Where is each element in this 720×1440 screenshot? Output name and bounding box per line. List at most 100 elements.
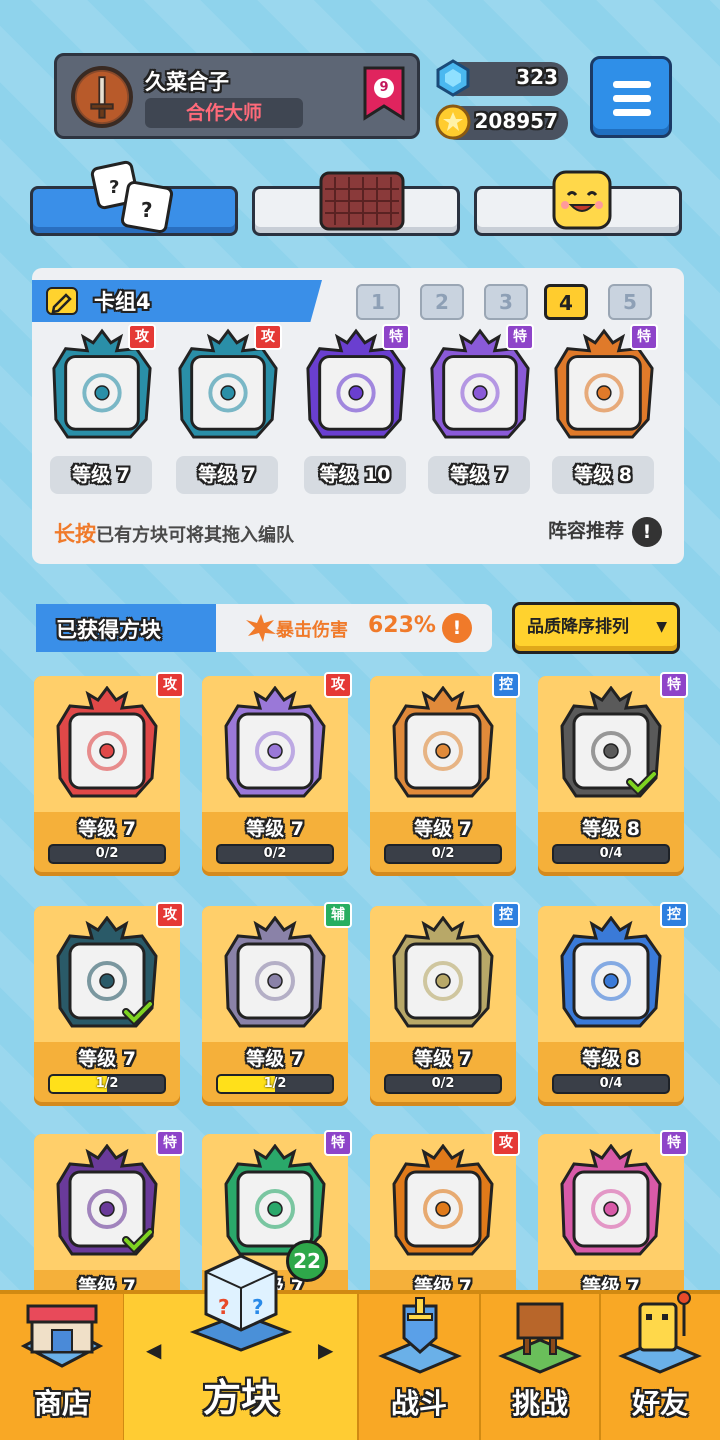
type-tag: 特 (324, 1130, 352, 1156)
chevron-right-icon[interactable]: ▶ (318, 1338, 333, 1362)
upgrade-progress-bar: 0/2 (384, 844, 502, 864)
upgrade-progress-bar: 1/2 (48, 1074, 166, 1094)
nav-battle[interactable]: 战斗 (358, 1294, 480, 1440)
deck-number-1[interactable]: 1 (356, 284, 400, 320)
deck-panel: 卡组4 12345 攻等级 7 攻等级 7 特等级 10 特等级 7 特等级 8 (32, 268, 684, 564)
deck-slot[interactable]: 攻 (52, 324, 156, 448)
owned-block-card[interactable]: 特等级 8 0/4 (538, 672, 688, 876)
sort-button[interactable]: 品质降序排列 ▼ (512, 602, 680, 654)
block-level: 等级 8 (582, 818, 640, 840)
deck-number-2[interactable]: 2 (420, 284, 464, 320)
deck-slot[interactable]: 攻 (178, 324, 282, 448)
dice-icon (560, 686, 662, 798)
type-tag: 控 (492, 902, 520, 928)
deck-hint: 长按已有方块可将其拖入编队 (54, 518, 294, 548)
shop-icon (20, 1304, 104, 1368)
owned-block-card[interactable]: 攻等级 7 1/2 (34, 902, 184, 1106)
upgrade-progress-bar: 1/2 (216, 1074, 334, 1094)
nav-friends[interactable]: 好友 (600, 1291, 720, 1440)
slot-level: 等级 8 (552, 456, 654, 494)
deck-slot[interactable]: 特 (306, 324, 410, 448)
type-tag: 特 (660, 672, 688, 698)
sword-icon (76, 71, 128, 123)
dice-icon (224, 686, 326, 798)
chevron-left-icon[interactable]: ◀ (146, 1338, 161, 1362)
menu-icon (613, 81, 651, 88)
owned-blocks-label: 已获得方块 (36, 604, 236, 652)
nav-shop-label: 商店 (33, 1387, 90, 1420)
type-tag: 控 (492, 672, 520, 698)
tab-dice[interactable]: ? ? (30, 160, 238, 236)
type-tag: 特 (630, 324, 658, 350)
block-level: 等级 8 (582, 1048, 640, 1070)
type-tag: 特 (156, 1130, 184, 1156)
svg-text:?: ? (218, 1295, 230, 1319)
owned-block-card[interactable]: 辅等级 7 1/2 (202, 902, 352, 1106)
nav-friends-label: 好友 (631, 1387, 688, 1420)
type-tag: 攻 (128, 324, 156, 350)
blocks-icon: ? ? (189, 1254, 293, 1352)
owned-block-card[interactable]: 攻等级 7 0/2 (34, 672, 184, 876)
crit-value: 623% (368, 613, 436, 638)
dice-icon (560, 916, 662, 1028)
info-icon: ! (632, 516, 662, 547)
tab-board[interactable] (252, 171, 460, 236)
player-title: 合作大师 (145, 98, 303, 128)
slot-level: 等级 10 (304, 456, 406, 494)
owned-block-card[interactable]: 控等级 7 0/2 (370, 672, 520, 876)
deck-slot[interactable]: 特 (430, 324, 534, 448)
progress-text: 1/2 (95, 1076, 119, 1091)
menu-button[interactable] (590, 56, 672, 138)
crit-label: 暴击伤害 (276, 620, 348, 641)
block-level: 等级 7 (414, 1048, 472, 1070)
nav-shop[interactable]: 商店 (0, 1294, 124, 1440)
coin-icon (435, 104, 471, 140)
pencil-icon[interactable] (46, 287, 78, 315)
owned-block-card[interactable]: 控等级 8 0/4 (538, 902, 688, 1106)
info-icon: ! (442, 613, 472, 643)
nav-blocks[interactable]: ? ? 方块 (124, 1254, 358, 1440)
deck-number-5[interactable]: 5 (608, 284, 652, 320)
progress-text: 1/2 (263, 1076, 287, 1091)
burst-icon (246, 614, 276, 642)
deck-name: 卡组4 (94, 290, 151, 314)
upgrade-progress-bar: 0/2 (48, 844, 166, 864)
dice-icon (56, 1144, 158, 1256)
dice-icon (392, 1144, 494, 1256)
crit-damage-box[interactable]: 暴击伤害 623% ! (216, 604, 492, 652)
rank-badge[interactable]: 9 (361, 66, 407, 122)
lineup-recommend-button[interactable]: 阵容推荐! (548, 516, 662, 547)
sort-label: 品质降序排列 (527, 617, 629, 637)
nav-challenge-label: 挑战 (511, 1387, 568, 1420)
nav-challenge[interactable]: 挑战 (480, 1294, 600, 1440)
smiley-icon (552, 170, 612, 230)
svg-text:?: ? (252, 1295, 264, 1319)
progress-text: 0/2 (263, 846, 287, 861)
player-profile-panel[interactable]: 久菜合子 合作大师 9 (54, 53, 420, 139)
player-name: 久菜合子 (145, 70, 229, 94)
deck-number-3[interactable]: 3 (484, 284, 528, 320)
type-tag: 辅 (324, 902, 352, 928)
deck-number-4[interactable]: 4 (544, 284, 588, 320)
gem-counter[interactable]: 323 (436, 59, 568, 97)
owned-block-card[interactable]: 攻等级 7 0/2 (202, 672, 352, 876)
deck-slot[interactable]: 特 (554, 324, 658, 448)
deck-name-label[interactable]: 卡组4 (32, 280, 322, 322)
svg-text:?: ? (109, 177, 119, 198)
block-level: 等级 7 (246, 1048, 304, 1070)
progress-text: 0/4 (599, 1076, 623, 1091)
owned-block-card[interactable]: 控等级 7 0/2 (370, 902, 520, 1106)
upgrade-progress-bar: 0/4 (552, 1074, 670, 1094)
nav-blocks-label: 方块 (202, 1376, 279, 1420)
challenge-icon (498, 1302, 582, 1374)
tab-emote[interactable] (474, 170, 682, 236)
gem-icon (436, 59, 470, 97)
type-tag: 控 (660, 902, 688, 928)
slot-level: 等级 7 (176, 456, 278, 494)
type-tag: 攻 (254, 324, 282, 350)
type-tag: 攻 (492, 1130, 520, 1156)
progress-text: 0/2 (431, 846, 455, 861)
block-level: 等级 7 (78, 1048, 136, 1070)
chevron-down-icon: ▼ (656, 619, 667, 635)
coin-counter[interactable]: 208957 (435, 104, 568, 140)
